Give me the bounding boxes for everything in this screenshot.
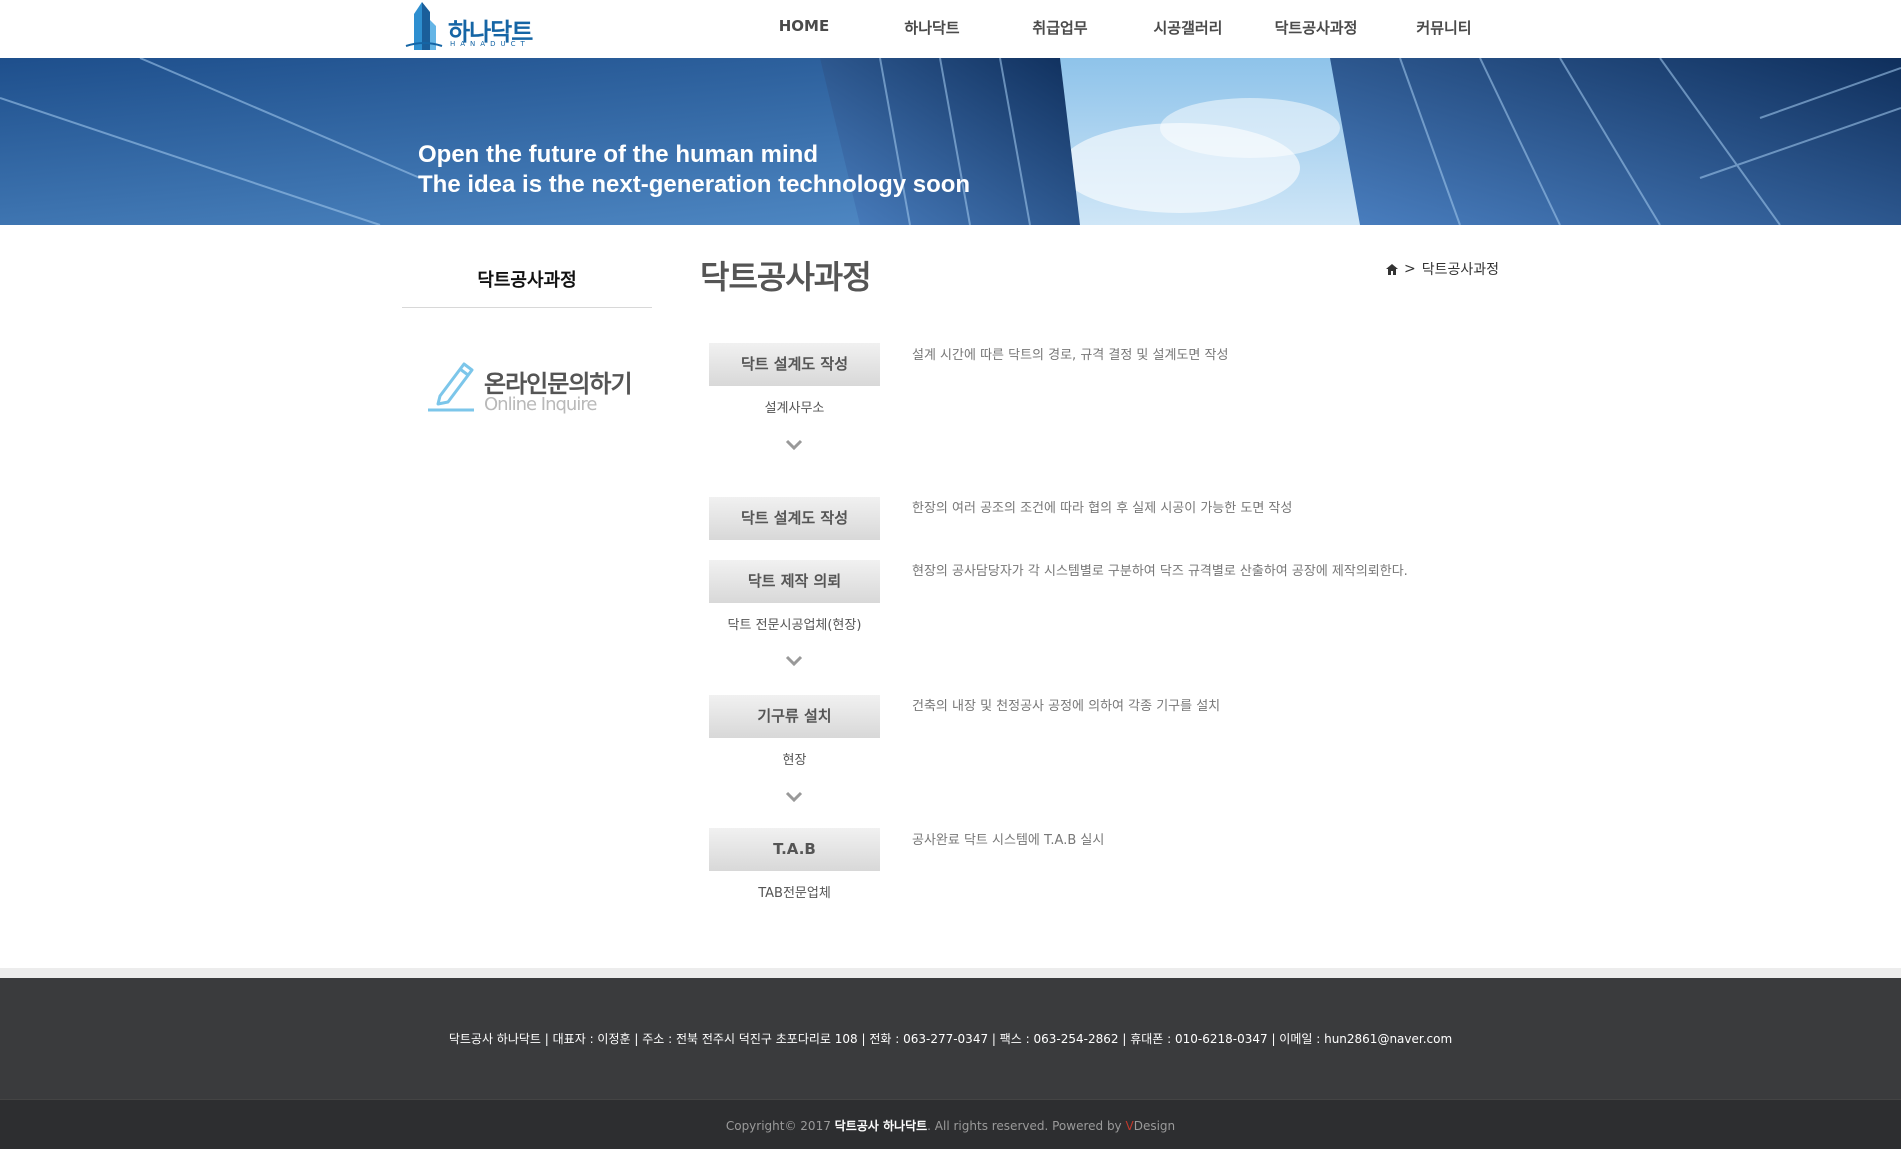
banner-slogan: Open the future of the human mind The id… bbox=[418, 140, 970, 200]
chevron-down-icon bbox=[785, 655, 803, 667]
site-logo[interactable]: 하나닥트 HANADUCT bbox=[404, 0, 534, 54]
online-inquire-button[interactable]: 온라인문의하기 Online Inquire bbox=[426, 356, 646, 416]
powered-by-v[interactable]: V bbox=[1125, 1119, 1133, 1133]
copyright: Copyright© 2017 닥트공사 하나닥트. All rights re… bbox=[0, 1117, 1901, 1134]
step-box: 닥트 설계도 작성 bbox=[709, 343, 880, 386]
copyright-company: 닥트공사 하나닥트 bbox=[834, 1119, 928, 1133]
nav-hanaduct[interactable]: 하나닥트 bbox=[868, 17, 996, 38]
breadcrumb-current[interactable]: 닥트공사과정 bbox=[1422, 259, 1499, 279]
copyright-prefix: Copyright© 2017 bbox=[725, 1119, 831, 1133]
step-sub: 설계사무소 bbox=[764, 401, 825, 416]
step-desc: 공사완료 닥트 시스템에 T.A.B 실시 bbox=[912, 833, 1105, 848]
site-header: 하나닥트 HANADUCT HOME 하나닥트 취급업무 시공갤러리 닥트공사과… bbox=[0, 0, 1901, 58]
step-box: 기구류 설치 bbox=[709, 695, 880, 738]
nav-community[interactable]: 커뮤니티 bbox=[1380, 17, 1508, 38]
nav-services[interactable]: 취급업무 bbox=[996, 17, 1124, 38]
banner-line-1: Open the future of the human mind bbox=[418, 141, 818, 168]
banner-line-2: The idea is the next-generation technolo… bbox=[418, 171, 971, 198]
home-icon[interactable] bbox=[1386, 263, 1398, 275]
building-logo-icon bbox=[405, 2, 443, 50]
step-desc: 설계 시간에 따른 닥트의 경로, 규격 결정 및 설계도면 작성 bbox=[912, 348, 1229, 363]
page-title: 닥트공사과정 bbox=[700, 258, 872, 296]
step-desc: 현장의 공사담당자가 각 시스템별로 구분하여 닥즈 규격별로 산출하여 공장에… bbox=[912, 564, 1408, 579]
step-box: 닥트 설계도 작성 bbox=[709, 497, 880, 540]
breadcrumb: > 닥트공사과정 bbox=[1386, 259, 1499, 279]
pencil-icon bbox=[428, 362, 474, 412]
step-sub: TAB전문업체 bbox=[758, 886, 831, 901]
sidebar-title[interactable]: 닥트공사과정 bbox=[402, 266, 652, 292]
footer-strip bbox=[0, 968, 1901, 978]
nav-home[interactable]: HOME bbox=[740, 17, 868, 38]
step-sub: 현장 bbox=[782, 753, 807, 768]
step-box: 닥트 제작 의뢰 bbox=[709, 560, 880, 603]
breadcrumb-separator: > bbox=[1404, 261, 1416, 277]
step-desc: 한장의 여러 공조의 조건에 따라 협의 후 실제 시공이 가능한 도면 작성 bbox=[912, 501, 1293, 516]
chevron-down-icon bbox=[785, 791, 803, 803]
step-sub: 닥트 전문시공업체(현장) bbox=[727, 618, 862, 633]
main-nav: HOME 하나닥트 취급업무 시공갤러리 닥트공사과정 커뮤니티 bbox=[740, 17, 1508, 38]
footer-company-info: 닥트공사 하나닥트 | 대표자 : 이정훈 | 주소 : 전북 전주시 덕진구 … bbox=[448, 1032, 1453, 1046]
nav-process[interactable]: 닥트공사과정 bbox=[1252, 17, 1380, 38]
powered-by-design[interactable]: Design bbox=[1134, 1119, 1175, 1133]
inquire-label-en: Online Inquire bbox=[484, 394, 597, 415]
step-box: T.A.B bbox=[709, 828, 880, 871]
logo-subtext: HANADUCT bbox=[450, 40, 530, 48]
chevron-down-icon bbox=[785, 439, 803, 451]
nav-gallery[interactable]: 시공갤러리 bbox=[1124, 17, 1252, 38]
copyright-suffix: . All rights reserved. Powered by bbox=[927, 1119, 1122, 1133]
step-desc: 건축의 내장 및 천정공사 공정에 의하여 각종 기구를 설치 bbox=[912, 699, 1221, 714]
hero-banner: Open the future of the human mind The id… bbox=[0, 58, 1901, 225]
sidebar-divider bbox=[402, 307, 652, 308]
